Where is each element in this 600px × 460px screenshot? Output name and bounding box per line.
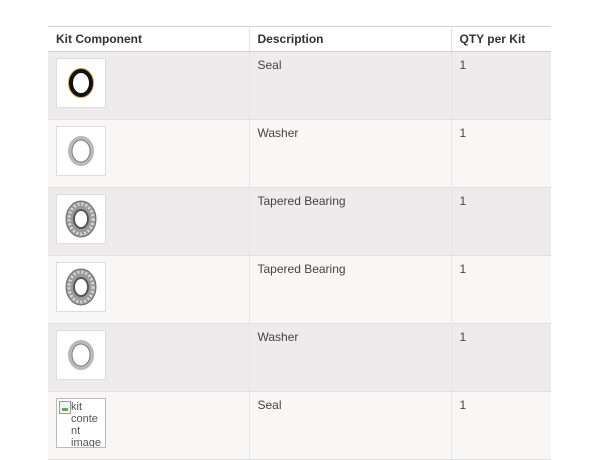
table-row: Washer 1 [48,119,551,188]
description-cell: Tapered Bearing [249,187,452,256]
component-cell [48,187,250,256]
qty-cell: 1 [451,323,551,392]
kit-components-table: Kit Component Description QTY per Kit Se… [48,26,551,460]
qty-cell: 1 [451,51,551,120]
washer-icon [56,126,106,176]
qty-cell: 1 [451,187,551,256]
description-cell: Tapered Bearing [249,255,452,324]
qty-cell: 1 [451,391,551,460]
image-alt-text: kit content image [71,401,101,448]
tapered-bearing-icon [56,262,106,312]
component-cell [48,119,250,188]
description-cell: Washer [249,119,452,188]
table-row: kit content image Seal 1 [48,391,551,460]
component-cell: kit content image [48,391,250,460]
table-row: Washer 1 [48,323,551,392]
seal-icon [56,58,106,108]
header-qty-per-kit: QTY per Kit [451,26,551,52]
header-description: Description [249,26,452,52]
component-cell [48,255,250,324]
header-kit-component: Kit Component [48,26,250,52]
broken-image-glyph-icon [59,401,71,414]
component-cell [48,51,250,120]
washer-icon [56,330,106,380]
table-row: Tapered Bearing 1 [48,187,551,256]
broken-image-icon: kit content image [56,398,106,448]
table-header-row: Kit Component Description QTY per Kit [48,26,551,52]
component-cell [48,323,250,392]
description-cell: Washer [249,323,452,392]
table-row: Tapered Bearing 1 [48,255,551,324]
tapered-bearing-icon [56,194,106,244]
qty-cell: 1 [451,255,551,324]
table-row: Seal 1 [48,51,551,120]
qty-cell: 1 [451,119,551,188]
description-cell: Seal [249,391,452,460]
description-cell: Seal [249,51,452,120]
